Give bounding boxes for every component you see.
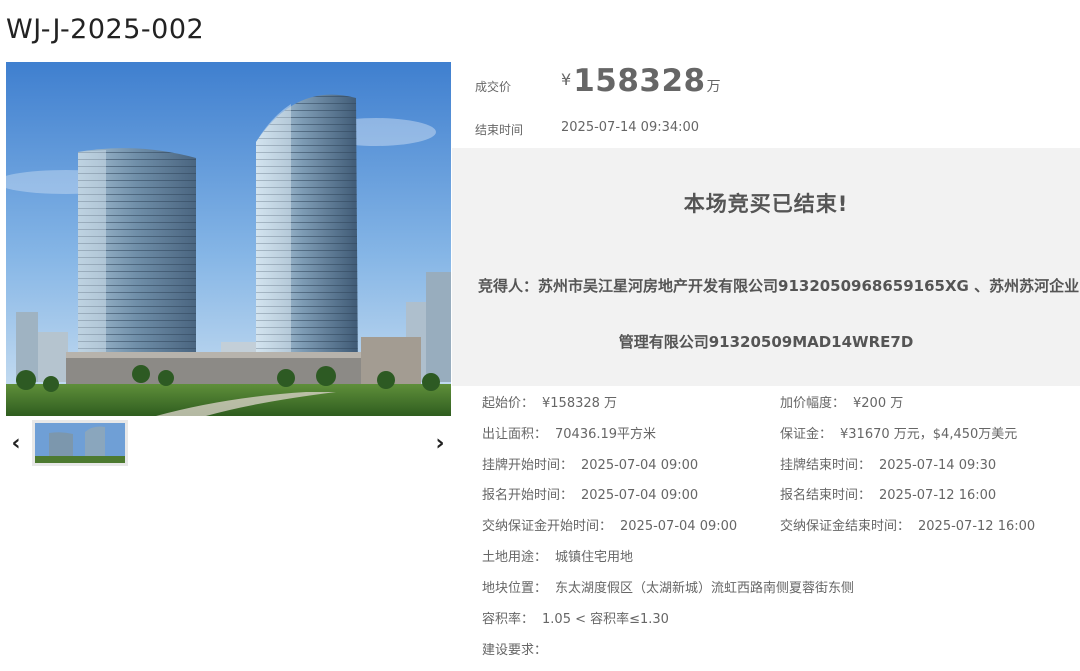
location-row: 地块位置： 东太湖度假区（太湖新城）流虹西路南侧夏蓉街东侧 bbox=[482, 579, 854, 599]
signup-start-row: 报名开始时间： 2025-07-04 09:00 bbox=[482, 486, 698, 506]
increment-value: ¥200 万 bbox=[853, 396, 904, 411]
deal-price: ¥158328万 bbox=[561, 63, 721, 99]
signup-end-row: 报名结束时间： 2025-07-12 16:00 bbox=[780, 486, 996, 506]
thumbnail-image[interactable] bbox=[32, 420, 128, 466]
auction-detail-page: WJ-J-2025-002 ‹ › 成交价 ¥158328万 结束时间 2025… bbox=[0, 0, 1080, 671]
deposit-end-value: 2025-07-12 16:00 bbox=[918, 519, 1036, 534]
signup-start-label: 报名开始时间： bbox=[482, 488, 574, 503]
area-value: 70436.19平方米 bbox=[555, 427, 657, 442]
start-price-label: 起始价： bbox=[482, 396, 535, 411]
listing-end-label: 挂牌结束时间： bbox=[780, 458, 872, 473]
deposit-label: 保证金： bbox=[780, 427, 833, 442]
end-time-value: 2025-07-14 09:34:00 bbox=[561, 120, 700, 135]
deposit-start-value: 2025-07-04 09:00 bbox=[620, 519, 738, 534]
listing-start-label: 挂牌开始时间： bbox=[482, 458, 574, 473]
far-label: 容积率： bbox=[482, 612, 535, 627]
increment-label: 加价幅度： bbox=[780, 396, 846, 411]
far-value: 1.05 < 容积率≤1.30 bbox=[542, 612, 669, 627]
build-requirement-label: 建设要求： bbox=[482, 643, 548, 658]
winner-text-line2: 管理有限公司91320509MAD14WRE7D bbox=[618, 333, 914, 351]
deposit-row: 保证金： ¥31670 万元，$4,450万美元 bbox=[780, 425, 1017, 445]
price-label: 成交价 bbox=[475, 80, 512, 94]
lot-title: WJ-J-2025-002 bbox=[6, 14, 205, 45]
land-use-row: 土地用途： 城镇住宅用地 bbox=[482, 548, 633, 568]
winner-text-line1: 竞得人：苏州市吴江星河房地产开发有限公司9132050968659165XG 、… bbox=[478, 277, 1080, 295]
price-unit: 万 bbox=[706, 79, 721, 95]
price-value: 158328 bbox=[573, 63, 706, 99]
listing-start-row: 挂牌开始时间： 2025-07-04 09:00 bbox=[482, 456, 698, 476]
location-label: 地块位置： bbox=[482, 581, 548, 596]
signup-end-label: 报名结束时间： bbox=[780, 488, 872, 503]
start-price-row: 起始价： ¥158328 万 bbox=[482, 394, 617, 414]
signup-start-value: 2025-07-04 09:00 bbox=[581, 488, 699, 503]
area-label: 出让面积： bbox=[482, 427, 548, 442]
deposit-start-row: 交纳保证金开始时间： 2025-07-04 09:00 bbox=[482, 517, 737, 537]
listing-start-value: 2025-07-04 09:00 bbox=[581, 458, 699, 473]
deposit-value: ¥31670 万元，$4,450万美元 bbox=[840, 427, 1018, 442]
deposit-start-label: 交纳保证金开始时间： bbox=[482, 519, 613, 534]
land-use-value: 城镇住宅用地 bbox=[555, 550, 634, 565]
start-price-value: ¥158328 万 bbox=[542, 396, 618, 411]
chevron-left-icon[interactable]: ‹ bbox=[6, 430, 26, 456]
auction-result-panel: 本场竞买已结束! 竞得人：苏州市吴江星河房地产开发有限公司91320509686… bbox=[452, 148, 1080, 386]
increment-row: 加价幅度： ¥200 万 bbox=[780, 394, 903, 414]
far-row: 容积率： 1.05 < 容积率≤1.30 bbox=[482, 610, 669, 630]
chevron-right-icon[interactable]: › bbox=[430, 430, 450, 456]
build-requirement-row: 建设要求： bbox=[482, 641, 555, 661]
land-use-label: 土地用途： bbox=[482, 550, 548, 565]
deposit-end-row: 交纳保证金结束时间： 2025-07-12 16:00 bbox=[780, 517, 1035, 537]
location-value: 东太湖度假区（太湖新城）流虹西路南侧夏蓉街东侧 bbox=[555, 581, 855, 596]
thumbnail-strip: ‹ › bbox=[6, 420, 451, 468]
price-currency: ¥ bbox=[561, 70, 572, 89]
end-time-label: 结束时间 bbox=[475, 123, 524, 137]
signup-end-value: 2025-07-12 16:00 bbox=[879, 488, 997, 503]
area-row: 出让面积： 70436.19平方米 bbox=[482, 425, 656, 445]
main-property-image[interactable] bbox=[6, 62, 451, 416]
auction-ended-message: 本场竞买已结束! bbox=[683, 192, 849, 216]
listing-end-row: 挂牌结束时间： 2025-07-14 09:30 bbox=[780, 456, 996, 476]
listing-end-value: 2025-07-14 09:30 bbox=[879, 458, 997, 473]
deposit-end-label: 交纳保证金结束时间： bbox=[780, 519, 911, 534]
